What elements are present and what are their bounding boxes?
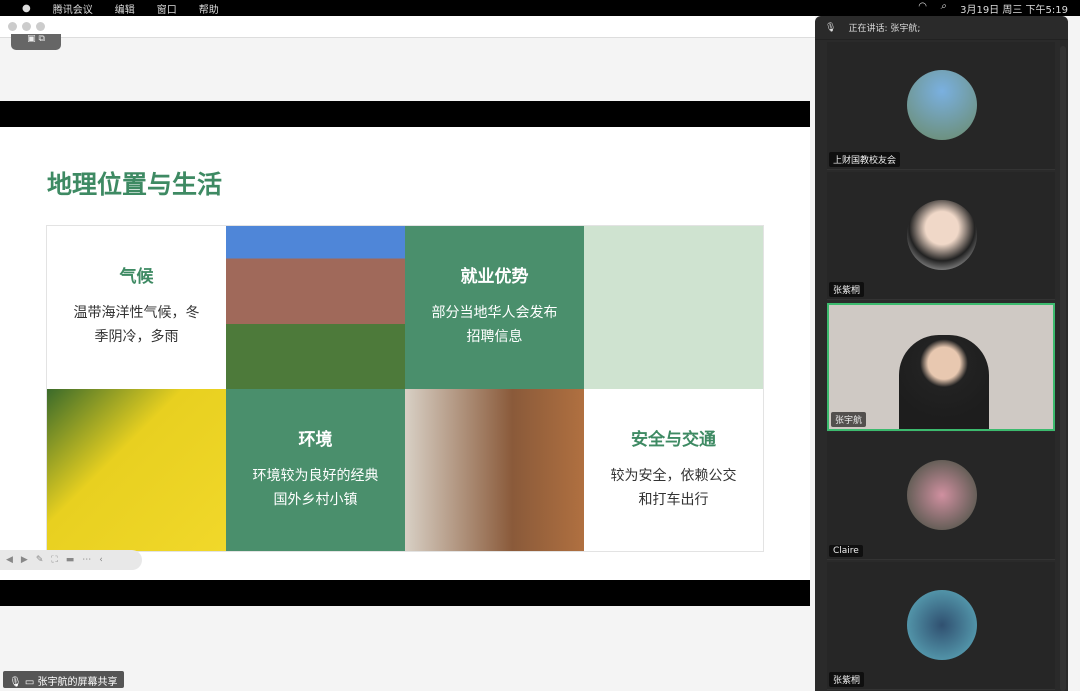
cell-environment: 环境 环境较为良好的经典国外乡村小镇 bbox=[226, 388, 405, 551]
window-titlebar bbox=[0, 16, 815, 38]
screenshot-icon[interactable]: ⛶ bbox=[51, 555, 57, 565]
avatar bbox=[907, 200, 977, 270]
umbrella-photo bbox=[47, 388, 226, 551]
cell-employment: 就业优势 部分当地华人会发布招聘信息 bbox=[405, 226, 584, 389]
close-button[interactable] bbox=[8, 22, 17, 31]
participant-name: 张紫桐 bbox=[829, 282, 865, 297]
annotation-toolbar: ◀ ▶ ✎ ⛶ ▬ ⋯ ‹ bbox=[0, 550, 142, 570]
avatar bbox=[907, 590, 977, 660]
reading-photo bbox=[405, 388, 584, 551]
participant-name: Claire bbox=[829, 545, 863, 557]
letterbox-bottom bbox=[0, 580, 810, 606]
participant-tile[interactable]: Claire bbox=[827, 432, 1055, 560]
clock: 3月19日 周三 下午5:19 bbox=[960, 5, 1068, 16]
cell-safety: 安全与交通 较为安全，依赖公交和打车出行 bbox=[584, 389, 763, 552]
video-feed bbox=[899, 335, 989, 429]
avatar bbox=[907, 460, 977, 530]
shared-slide: 地理位置与生活 气候 温带海洋性气候，冬季阴冷，多雨 就业优势 部分当地华人会发… bbox=[0, 127, 810, 580]
maximize-button[interactable] bbox=[36, 22, 45, 31]
cell-heading: 气候 bbox=[119, 267, 154, 287]
letterbox-top bbox=[0, 101, 810, 127]
panel-scrollbar[interactable] bbox=[1060, 46, 1066, 691]
menu-bar: ● 腾讯会议 编辑 窗口 帮助 ◠ ⌕ 3月19日 周三 下午5:19 bbox=[0, 0, 1080, 16]
cell-text: 较为安全，依赖公交和打车出行 bbox=[610, 467, 737, 508]
more-icon[interactable]: ⋯ bbox=[82, 555, 91, 565]
next-icon[interactable]: ▶ bbox=[21, 555, 28, 565]
participant-name: 张宇航 bbox=[831, 412, 867, 427]
screen-share-label: 🎙 ▭ 张宇航的屏幕共享 bbox=[3, 671, 124, 688]
building-photo bbox=[226, 226, 405, 389]
mic-icon: 🎙 bbox=[825, 22, 837, 33]
minimize-button[interactable] bbox=[22, 22, 31, 31]
search-icon[interactable]: ⌕ bbox=[940, 1, 946, 16]
screen-icon[interactable]: ▬ bbox=[66, 555, 75, 565]
avatar bbox=[907, 70, 977, 140]
cell-heading: 就业优势 bbox=[460, 267, 529, 287]
menu-edit[interactable]: 编辑 bbox=[115, 1, 135, 16]
cell-text: 温带海洋性气候，冬季阴冷，多雨 bbox=[73, 305, 200, 345]
menu-app[interactable]: 腾讯会议 bbox=[53, 1, 93, 16]
prev-icon[interactable]: ◀ bbox=[6, 555, 13, 565]
menu-help[interactable]: 帮助 bbox=[199, 1, 219, 16]
participant-tile[interactable]: 上财国教校友会 bbox=[827, 42, 1055, 170]
collapse-icon[interactable]: ‹ bbox=[99, 555, 103, 565]
speaking-text: 正在讲话: 张宇航; bbox=[848, 24, 921, 34]
participant-tile[interactable]: 张紫桐 bbox=[827, 172, 1055, 300]
cell-heading: 安全与交通 bbox=[631, 429, 716, 450]
wifi-icon[interactable]: ◠ bbox=[919, 1, 927, 16]
cell-text: 环境较为良好的经典国外乡村小镇 bbox=[252, 467, 379, 508]
slide-grid: 气候 温带海洋性气候，冬季阴冷，多雨 就业优势 部分当地华人会发布招聘信息 环境… bbox=[46, 225, 764, 552]
menu-window[interactable]: 窗口 bbox=[157, 1, 177, 16]
participant-panel: 🎙 正在讲话: 张宇航; 上财国教校友会 张紫桐 张宇航 Claire 张紫桐 bbox=[815, 16, 1068, 691]
participant-name: 张紫桐 bbox=[829, 672, 865, 687]
participant-name: 上财国教校友会 bbox=[829, 152, 901, 167]
apple-icon[interactable]: ● bbox=[22, 3, 31, 14]
participant-video-active[interactable]: 张宇航 bbox=[827, 303, 1055, 431]
pen-icon[interactable]: ✎ bbox=[36, 555, 44, 565]
share-text: 张宇航的屏幕共享 bbox=[37, 677, 118, 688]
cell-text: 部分当地华人会发布招聘信息 bbox=[431, 305, 558, 345]
speaking-indicator: 🎙 正在讲话: 张宇航; bbox=[815, 16, 1068, 40]
cell-heading: 环境 bbox=[298, 429, 333, 450]
slide-title: 地理位置与生活 bbox=[47, 170, 223, 199]
participant-tile[interactable]: 张紫桐 bbox=[827, 562, 1055, 690]
view-toggle-button[interactable]: ▣ ⧉ bbox=[11, 34, 61, 50]
cell-climate: 气候 温带海洋性气候，冬季阴冷，多雨 bbox=[47, 226, 226, 389]
transit-map-image bbox=[584, 226, 763, 389]
